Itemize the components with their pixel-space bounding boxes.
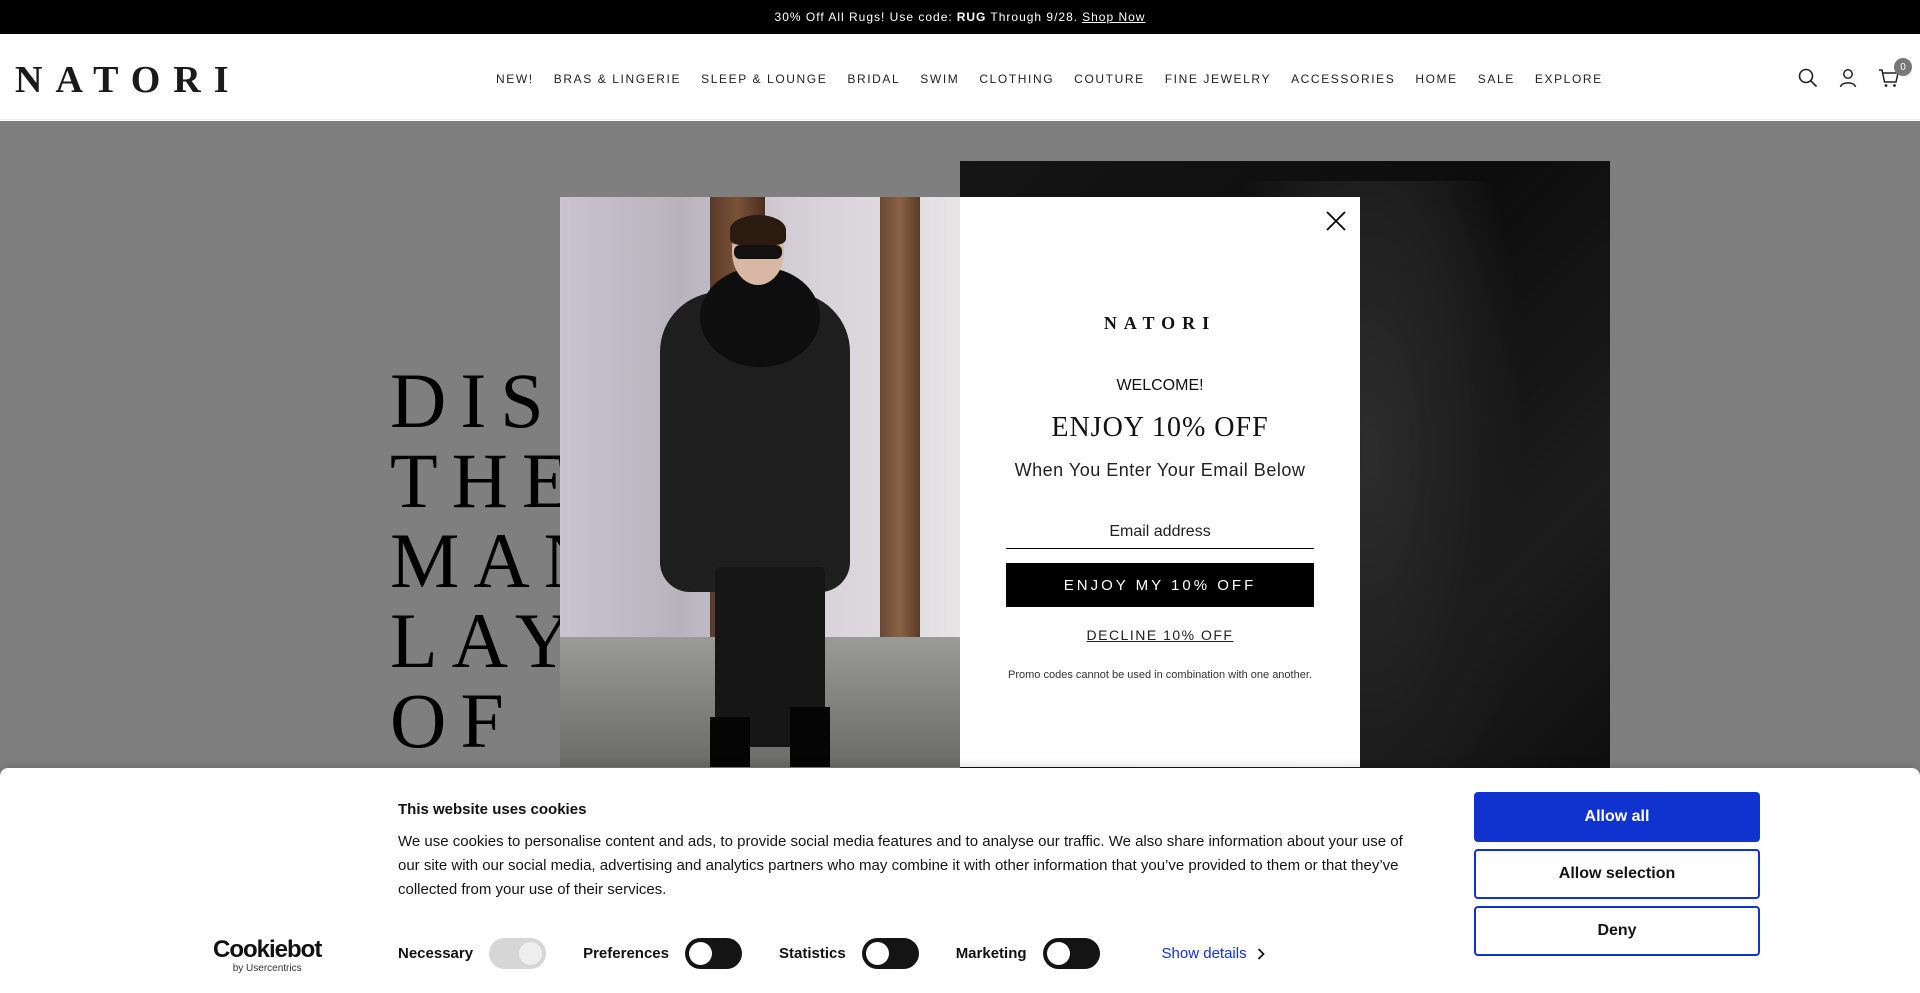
cookiebot-logo: Cookiebot by Usercentrics [213,936,322,975]
announcement-bar: 30% Off All Rugs! Use code: RUG Through … [0,0,1920,34]
email-signup-modal: NATORI WELCOME! ENJOY 10% OFF When You E… [560,197,1360,767]
cart-count-badge: 0 [1894,58,1912,76]
site-logo[interactable]: NATORI [15,61,242,99]
allow-all-button[interactable]: Allow all [1474,792,1760,842]
toggle-preferences: Preferences [583,938,742,969]
cookie-title: This website uses cookies [398,801,587,818]
announcement-suffix: Through 9/28. [990,10,1079,24]
nav-item-explore[interactable]: EXPLORE [1525,72,1613,86]
toggle-label: Necessary [398,945,474,962]
statistics-switch[interactable] [861,938,919,969]
promo-note: Promo codes cannot be used in combinatio… [1008,669,1312,681]
allow-selection-button[interactable]: Allow selection [1474,849,1760,899]
search-icon[interactable] [1798,68,1818,88]
modal-body: NATORI WELCOME! ENJOY 10% OFF When You E… [960,197,1360,767]
decline-discount-link[interactable]: DECLINE 10% OFF [960,627,1360,643]
main-nav: NEW! BRAS & LINGERIE SLEEP & LOUNGE BRID… [486,72,1613,86]
shop-now-link[interactable]: Shop Now [1082,10,1145,24]
nav-item-new[interactable]: NEW! [486,72,544,86]
show-details-label: Show details [1161,945,1247,962]
modal-welcome: WELCOME! [1116,377,1204,394]
site-header: NATORI NEW! BRAS & LINGERIE SLEEP & LOUN… [0,34,1920,120]
toggle-label: Marketing [955,945,1027,962]
cookie-description: We use cookies to personalise content an… [398,833,1403,898]
nav-item-fine-jewelry[interactable]: FINE JEWELRY [1155,72,1281,86]
nav-item-swim[interactable]: SWIM [910,72,969,86]
cart-button[interactable]: 0 [1878,58,1912,88]
photo-model-hair [730,215,786,245]
modal-logo: NATORI [1103,313,1217,333]
nav-item-clothing[interactable]: CLOTHING [969,72,1064,86]
chevron-right-icon [1257,947,1265,960]
nav-item-accessories[interactable]: ACCESSORIES [1281,72,1405,86]
toggle-label: Preferences [583,945,669,962]
announcement-prefix: 30% Off All Rugs! Use code: [774,10,953,24]
photo-model-boot [790,707,830,767]
close-icon[interactable] [1324,209,1348,233]
nav-item-couture[interactable]: COUTURE [1064,72,1155,86]
show-details-link[interactable]: Show details [1162,945,1265,962]
cookie-banner: Cookiebot by Usercentrics This website u… [0,768,1920,993]
nav-item-sleep-lounge[interactable]: SLEEP & LOUNGE [691,72,837,86]
toggle-label: Statistics [778,945,846,962]
toggle-necessary: Necessary [398,938,547,969]
marketing-switch[interactable] [1042,938,1100,969]
nav-item-bras-lingerie[interactable]: BRAS & LINGERIE [544,72,691,86]
announcement-code: RUG [956,10,987,24]
enjoy-discount-button[interactable]: ENJOY MY 10% OFF [1006,563,1314,607]
modal-headline: ENJOY 10% OFF [1051,412,1269,443]
photo-model-boot [710,717,750,767]
email-input[interactable] [1006,515,1314,549]
necessary-switch [489,938,547,969]
photo-model-sunglasses [734,245,782,259]
toggle-statistics: Statistics [779,938,919,969]
modal-subhead: When You Enter Your Email Below [1014,460,1306,480]
nav-item-bridal[interactable]: BRIDAL [837,72,910,86]
toggle-marketing: Marketing [956,938,1100,969]
nav-item-home[interactable]: HOME [1405,72,1467,86]
preferences-switch[interactable] [684,938,742,969]
modal-photo [560,197,960,767]
header-icons: 0 [1798,58,1912,88]
cookie-toggles: Necessary Preferences Statistics Marketi… [398,938,1265,969]
account-icon[interactable] [1838,68,1858,88]
deny-button[interactable]: Deny [1474,906,1760,956]
nav-item-sale[interactable]: SALE [1468,72,1525,86]
